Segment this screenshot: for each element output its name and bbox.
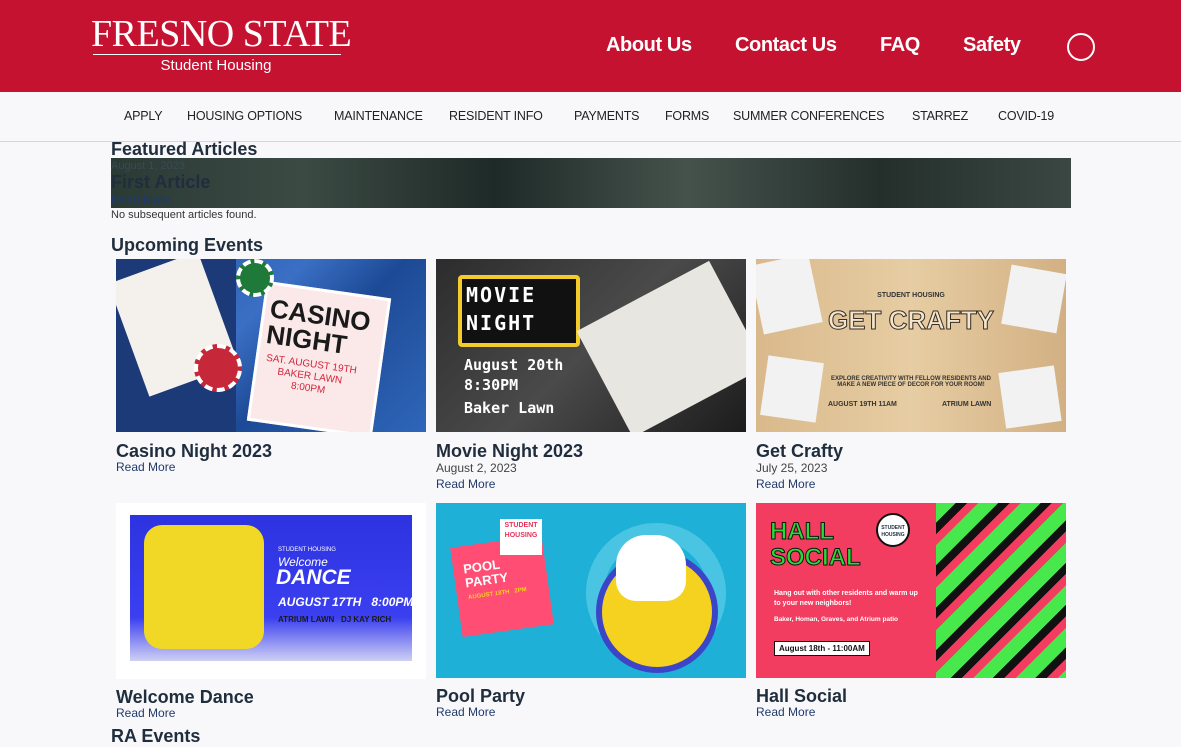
welcome-dance-image[interactable]: STUDENT HOUSING Welcome DANCE AUGUST 17T… xyxy=(116,503,426,679)
read-more-link[interactable]: Read More xyxy=(436,705,495,719)
logo-wordmark: FRESNO STATE xyxy=(91,13,352,55)
featured-articles-heading: Featured Articles xyxy=(111,139,258,159)
logo-divider xyxy=(93,54,341,55)
subnav-payments[interactable]: PAYMENTS xyxy=(574,109,640,123)
read-more-link[interactable]: Read More xyxy=(436,477,495,491)
event-title-casino-night[interactable]: Casino Night 2023 xyxy=(116,441,272,462)
event-title-movie-night[interactable]: Movie Night 2023 xyxy=(436,441,583,462)
search-icon[interactable] xyxy=(1067,33,1095,61)
polaroid-photo xyxy=(998,365,1062,429)
fresno-state-logo[interactable]: FRESNO STATE Student Housing xyxy=(91,14,352,76)
secondary-nav: APPLY HOUSING OPTIONS MAINTENANCE RESIDE… xyxy=(0,92,1181,142)
ra-events-heading: RA Events xyxy=(111,726,201,746)
subnav-forms[interactable]: FORMS xyxy=(665,109,709,123)
event-title-get-crafty[interactable]: Get Crafty xyxy=(756,441,843,462)
subnav-housing-options[interactable]: HOUSING OPTIONS xyxy=(187,109,302,123)
pattern-stripes xyxy=(936,503,1066,678)
featured-article-banner[interactable]: August 1, 2023 First Article Read More xyxy=(111,158,1071,208)
crafty-poster-location: ATRIUM LAWN xyxy=(942,401,992,408)
dance-poster-title: DANCE xyxy=(276,566,351,589)
pool-poster-brand: STUDENT HOUSING xyxy=(500,519,542,555)
crafty-poster-description: EXPLORE CREATIVITY WITH FELLOW RESIDENTS… xyxy=(831,376,991,388)
polaroid-photo xyxy=(760,355,824,423)
subnav-covid-19[interactable]: COVID-19 xyxy=(998,109,1054,123)
read-more-link[interactable]: Read More xyxy=(116,460,175,474)
subnav-apply[interactable]: APPLY xyxy=(124,109,163,123)
event-date: July 25, 2023 xyxy=(756,461,828,475)
nav-contact-us[interactable]: Contact Us xyxy=(735,34,837,57)
event-date: August 2, 2023 xyxy=(436,461,517,475)
polaroid-photo xyxy=(1001,264,1066,334)
event-title-welcome-dance[interactable]: Welcome Dance xyxy=(116,687,254,708)
casino-night-image[interactable]: CASINO NIGHT SAT. AUGUST 19TH BAKER LAWN 8:… xyxy=(116,259,426,432)
subnav-maintenance[interactable]: MAINTENANCE xyxy=(334,109,423,123)
dance-poster-brand: STUDENT HOUSING xyxy=(278,547,336,553)
nav-faq[interactable]: FAQ xyxy=(880,34,920,57)
upcoming-events-heading: Upcoming Events xyxy=(111,235,264,255)
poker-chip xyxy=(236,259,274,297)
smiley-faces xyxy=(144,525,264,649)
nav-safety[interactable]: Safety xyxy=(963,34,1021,57)
subnav-summer-conferences[interactable]: SUMMER CONFERENCES xyxy=(733,109,884,123)
nav-about-us[interactable]: About Us xyxy=(606,34,692,57)
hall-poster-badge: STUDENT HOUSING xyxy=(876,513,910,547)
logo-subtitle: Student Housing xyxy=(160,57,272,74)
hall-poster-description: Hang out with other residents and warm u… xyxy=(774,590,918,607)
site-header: FRESNO STATE Student Housing About Us Co… xyxy=(0,0,1181,92)
crafty-poster-brand: STUDENT HOUSING xyxy=(877,292,945,299)
event-title-pool-party[interactable]: Pool Party xyxy=(436,686,525,707)
featured-article-title[interactable]: First Article xyxy=(111,172,210,193)
read-more-link[interactable]: Read More xyxy=(116,706,175,720)
read-more-link[interactable]: Read More xyxy=(756,477,815,491)
subnav-resident-info[interactable]: RESIDENT INFO xyxy=(449,109,543,123)
dance-poster-location: ATRIUM LAWN DJ KAY RICH xyxy=(278,615,392,624)
hall-social-image[interactable]: HALL SOCIAL STUDENT HOUSING Hang out wit… xyxy=(756,503,1066,678)
dog-mascot-icon xyxy=(616,535,686,601)
event-title-hall-social[interactable]: Hall Social xyxy=(756,686,847,707)
hall-poster-date: August 18th - 11:00AM xyxy=(774,641,870,656)
featured-article-date: August 1, 2023 xyxy=(111,160,186,172)
movie-poster-details: August 20th 8:30PM Baker Lawn xyxy=(464,356,564,417)
movie-tickets xyxy=(576,260,746,432)
hall-poster-location: Baker, Homan, Graves, and Atrium patio xyxy=(774,616,899,623)
movie-poster-title: MOVIE NIGHT xyxy=(466,283,537,335)
get-crafty-image[interactable]: STUDENT HOUSING GET CRAFTY EXPLORE CREAT… xyxy=(756,259,1066,432)
casino-poster-title: CASINO NIGHT xyxy=(264,293,373,360)
read-more-link[interactable]: Read More xyxy=(756,705,815,719)
subnav-starrez[interactable]: STARREZ xyxy=(912,109,968,123)
crafty-poster-title: GET CRAFTY xyxy=(827,305,995,336)
dance-poster-date: AUGUST 17TH 8:00PM xyxy=(278,595,414,609)
poker-chip xyxy=(194,344,242,392)
crafty-poster-date: AUGUST 19TH 11AM xyxy=(828,401,897,408)
movie-night-image[interactable]: MOVIE NIGHT August 20th 8:30PM Baker Lawn xyxy=(436,259,746,432)
pool-party-image[interactable]: STUDENT HOUSING POOL PARTY AUGUST 18TH 2… xyxy=(436,503,746,678)
featured-read-more-link[interactable]: Read More xyxy=(111,193,170,207)
no-articles-message: No subsequent articles found. xyxy=(111,209,257,221)
